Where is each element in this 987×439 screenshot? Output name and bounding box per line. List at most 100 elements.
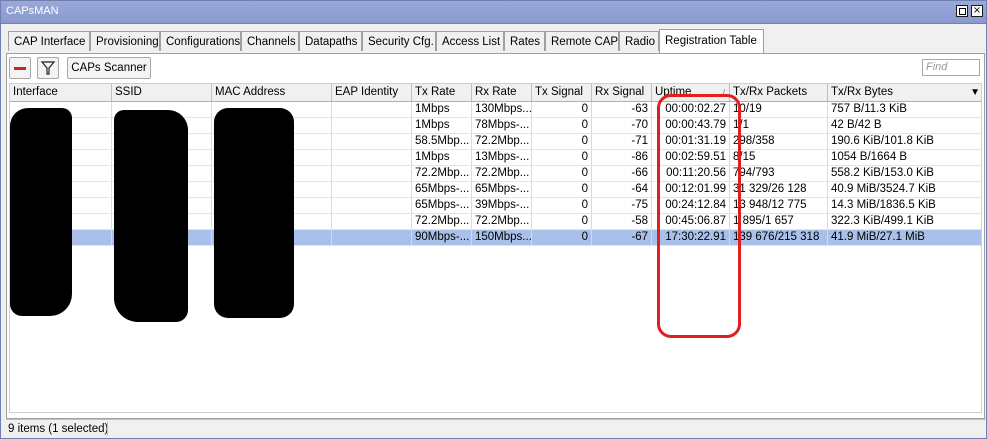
table-cell-rx-signal: -70: [592, 118, 652, 133]
tab-security-cfg[interactable]: Security Cfg.: [362, 31, 436, 51]
table-cell-tx-rate: 72.2Mbp...: [412, 214, 472, 229]
table-cell-bytes: 41.9 MiB/27.1 MiB: [828, 230, 981, 245]
status-bar: 9 items (1 selected): [6, 419, 986, 438]
table-cell-rx-rate: 65Mbps-...: [472, 182, 532, 197]
table-cell-rx-rate: 72.2Mbp...: [472, 166, 532, 181]
table-cell: [332, 166, 412, 181]
column-tx-rx-bytes[interactable]: Tx/Rx Bytes ▼: [828, 84, 981, 101]
uptime-highlight-circle: [657, 94, 741, 338]
table-cell-rx-signal: -75: [592, 198, 652, 213]
table-cell-tx-signal: 0: [532, 214, 592, 229]
column-tx-signal[interactable]: Tx Signal: [532, 84, 592, 101]
tab-datapaths[interactable]: Datapaths: [299, 31, 362, 51]
title-bar[interactable]: CAPsMAN ×: [1, 1, 986, 24]
table-cell-bytes: 322.3 KiB/499.1 KiB: [828, 214, 981, 229]
table-cell: [332, 230, 412, 245]
table-cell-packets: 1 895/1 657: [730, 214, 828, 229]
table-cell-bytes: 42 B/42 B: [828, 118, 981, 133]
toolbar: CAPs Scanner Find: [9, 57, 982, 81]
table-cell: [332, 102, 412, 117]
column-tx-rx-bytes-label: Tx/Rx Bytes: [831, 86, 893, 98]
table-cell-packets: 31 329/26 128: [730, 182, 828, 197]
restore-icon[interactable]: [956, 5, 968, 17]
column-ssid[interactable]: SSID: [112, 84, 212, 101]
table-cell-rx-rate: 150Mbps...: [472, 230, 532, 245]
registration-table: Interface SSID MAC Address EAP Identity …: [9, 83, 982, 413]
find-input[interactable]: Find: [922, 59, 980, 76]
tab-access-list[interactable]: Access List: [436, 31, 504, 51]
table-cell-tx-rate: 1Mbps: [412, 118, 472, 133]
column-eap-identity[interactable]: EAP Identity: [332, 84, 412, 101]
table-cell-bytes: 40.9 MiB/3524.7 KiB: [828, 182, 981, 197]
table-cell-tx-rate: 72.2Mbp...: [412, 166, 472, 181]
column-mac-address[interactable]: MAC Address: [212, 84, 332, 101]
table-cell-bytes: 558.2 KiB/153.0 KiB: [828, 166, 981, 181]
table-cell-packets: 10/19: [730, 102, 828, 117]
column-rx-rate[interactable]: Rx Rate: [472, 84, 532, 101]
minus-icon[interactable]: [9, 57, 31, 79]
filter-icon[interactable]: [37, 57, 59, 79]
window-title: CAPsMAN: [6, 5, 59, 17]
column-tx-rx-packets[interactable]: Tx/Rx Packets: [730, 84, 828, 101]
table-cell-packets: 13 948/12 775: [730, 198, 828, 213]
table-cell-tx-rate: 65Mbps-...: [412, 198, 472, 213]
table-cell-packets: 794/793: [730, 166, 828, 181]
table-cell-rx-rate: 72.2Mbp...: [472, 134, 532, 149]
table-cell-rx-rate: 13Mbps-...: [472, 150, 532, 165]
tab-cap-interface[interactable]: CAP Interface: [8, 31, 90, 51]
caps-scanner-button[interactable]: CAPs Scanner: [67, 57, 151, 79]
column-menu-icon[interactable]: ▼: [970, 84, 980, 101]
table-cell-rx-signal: -71: [592, 134, 652, 149]
tab-rates[interactable]: Rates: [504, 31, 545, 51]
table-cell-tx-rate: 1Mbps: [412, 150, 472, 165]
table-cell-tx-rate: 1Mbps: [412, 102, 472, 117]
table-cell-rx-rate: 72.2Mbp...: [472, 214, 532, 229]
column-tx-rate[interactable]: Tx Rate: [412, 84, 472, 101]
table-cell-tx-rate: 58.5Mbp...: [412, 134, 472, 149]
table-cell-bytes: 757 B/11.3 KiB: [828, 102, 981, 117]
tab-radio[interactable]: Radio: [619, 31, 659, 51]
tab-registration-table[interactable]: Registration Table: [659, 29, 764, 53]
table-cell-tx-signal: 0: [532, 166, 592, 181]
table-cell: [332, 182, 412, 197]
table-header: Interface SSID MAC Address EAP Identity …: [10, 84, 981, 102]
table-cell-tx-rate: 65Mbps-...: [412, 182, 472, 197]
table-cell-bytes: 190.6 KiB/101.8 KiB: [828, 134, 981, 149]
tab-remote-cap[interactable]: Remote CAP: [545, 31, 619, 51]
registration-table-panel: CAPs Scanner Find Interface SSID MAC Add…: [6, 53, 985, 419]
table-cell-tx-rate: 90Mbps-...: [412, 230, 472, 245]
table-cell-tx-signal: 0: [532, 198, 592, 213]
table-cell-rx-rate: 78Mbps-...: [472, 118, 532, 133]
close-icon[interactable]: ×: [971, 5, 983, 17]
table-cell-rx-signal: -86: [592, 150, 652, 165]
redaction-mac: [214, 108, 294, 318]
tab-configurations[interactable]: Configurations: [160, 31, 241, 51]
table-cell-bytes: 1054 B/1664 B: [828, 150, 981, 165]
table-cell-rx-signal: -63: [592, 102, 652, 117]
column-rx-signal[interactable]: Rx Signal: [592, 84, 652, 101]
table-cell-packets: 139 676/215 318: [730, 230, 828, 245]
table-cell-tx-signal: 0: [532, 182, 592, 197]
table-cell-rx-signal: -67: [592, 230, 652, 245]
table-cell: [332, 134, 412, 149]
table-cell-rx-signal: -64: [592, 182, 652, 197]
table-cell: [332, 198, 412, 213]
capsman-window: CAPsMAN × CAP Interface Provisioning Con…: [0, 0, 987, 439]
table-cell-tx-signal: 0: [532, 230, 592, 245]
tab-channels[interactable]: Channels: [241, 31, 299, 51]
column-interface[interactable]: Interface: [10, 84, 112, 101]
table-cell: [332, 150, 412, 165]
redaction-interface: [10, 108, 72, 316]
tab-provisioning[interactable]: Provisioning: [90, 31, 160, 51]
table-cell-rx-rate: 130Mbps...: [472, 102, 532, 117]
table-cell-tx-signal: 0: [532, 102, 592, 117]
tab-bar: CAP Interface Provisioning Configuration…: [8, 29, 966, 53]
table-cell-tx-signal: 0: [532, 150, 592, 165]
table-cell-rx-signal: -66: [592, 166, 652, 181]
table-cell-packets: 8/15: [730, 150, 828, 165]
table-cell-tx-signal: 0: [532, 118, 592, 133]
table-cell-packets: 298/358: [730, 134, 828, 149]
table-cell-rx-signal: -58: [592, 214, 652, 229]
table-cell-rx-rate: 39Mbps-...: [472, 198, 532, 213]
table-cell: [332, 214, 412, 229]
